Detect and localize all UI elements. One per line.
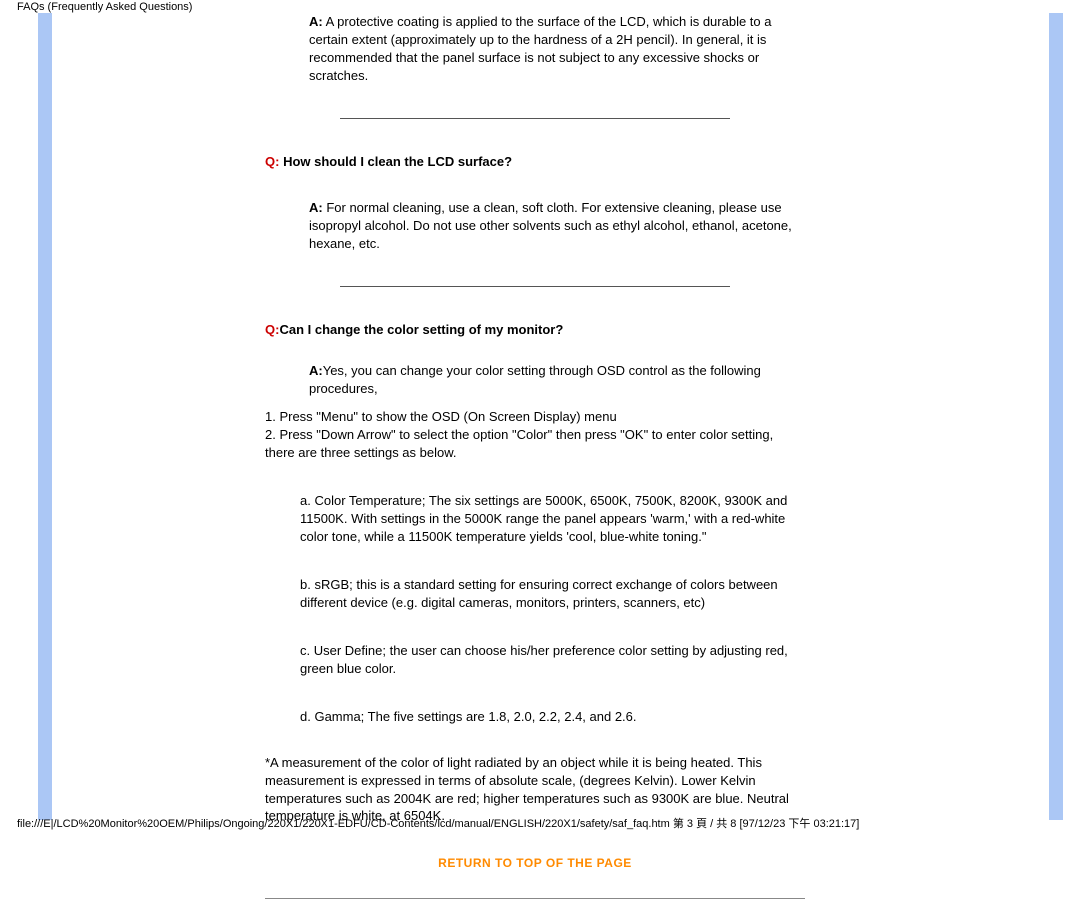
question-text: Can I change the color setting of my mon… [279,322,563,337]
question-prefix: Q: [265,322,279,337]
sidebar-left-stripe [38,13,52,820]
faq2-answer: A: For normal cleaning, use a clean, sof… [309,199,805,253]
page-header-title: FAQs (Frequently Asked Questions) [17,1,192,13]
option-c: c. User Define; the user can choose his/… [300,642,805,678]
step-1: 1. Press "Menu" to show the OSD (On Scre… [265,408,805,426]
step-2: 2. Press "Down Arrow" to select the opti… [265,426,805,462]
sidebar-right-stripe [1049,13,1063,820]
question-text: How should I clean the LCD surface? [279,154,512,169]
option-d: d. Gamma; The five settings are 1.8, 2.0… [300,708,805,726]
answer-text: For normal cleaning, use a clean, soft c… [309,200,792,251]
main-content: A: A protective coating is applied to th… [265,13,805,820]
answer-text: Yes, you can change your color setting t… [309,363,761,396]
faq3-answer: A:Yes, you can change your color setting… [309,362,805,398]
answer-text: A protective coating is applied to the s… [309,14,771,83]
option-b: b. sRGB; this is a standard setting for … [300,576,805,612]
answer-prefix: A: [309,200,323,215]
answer-prefix: A: [309,363,323,378]
faq1-answer: A: A protective coating is applied to th… [309,13,805,85]
faq2-question: Q: How should I clean the LCD surface? [265,153,805,171]
divider [340,118,730,119]
option-a: a. Color Temperature; The six settings a… [300,492,805,546]
question-prefix: Q: [265,154,279,169]
answer-prefix: A: [309,14,323,29]
faq3-question: Q:Can I change the color setting of my m… [265,321,805,339]
divider [340,286,730,287]
footer-file-path: file:///E|/LCD%20Monitor%20OEM/Philips/O… [17,815,859,831]
faq3-options: a. Color Temperature; The six settings a… [300,492,805,726]
faq3-steps: 1. Press "Menu" to show the OSD (On Scre… [265,408,805,462]
return-to-top-link[interactable]: RETURN TO TOP OF THE PAGE [265,855,805,872]
